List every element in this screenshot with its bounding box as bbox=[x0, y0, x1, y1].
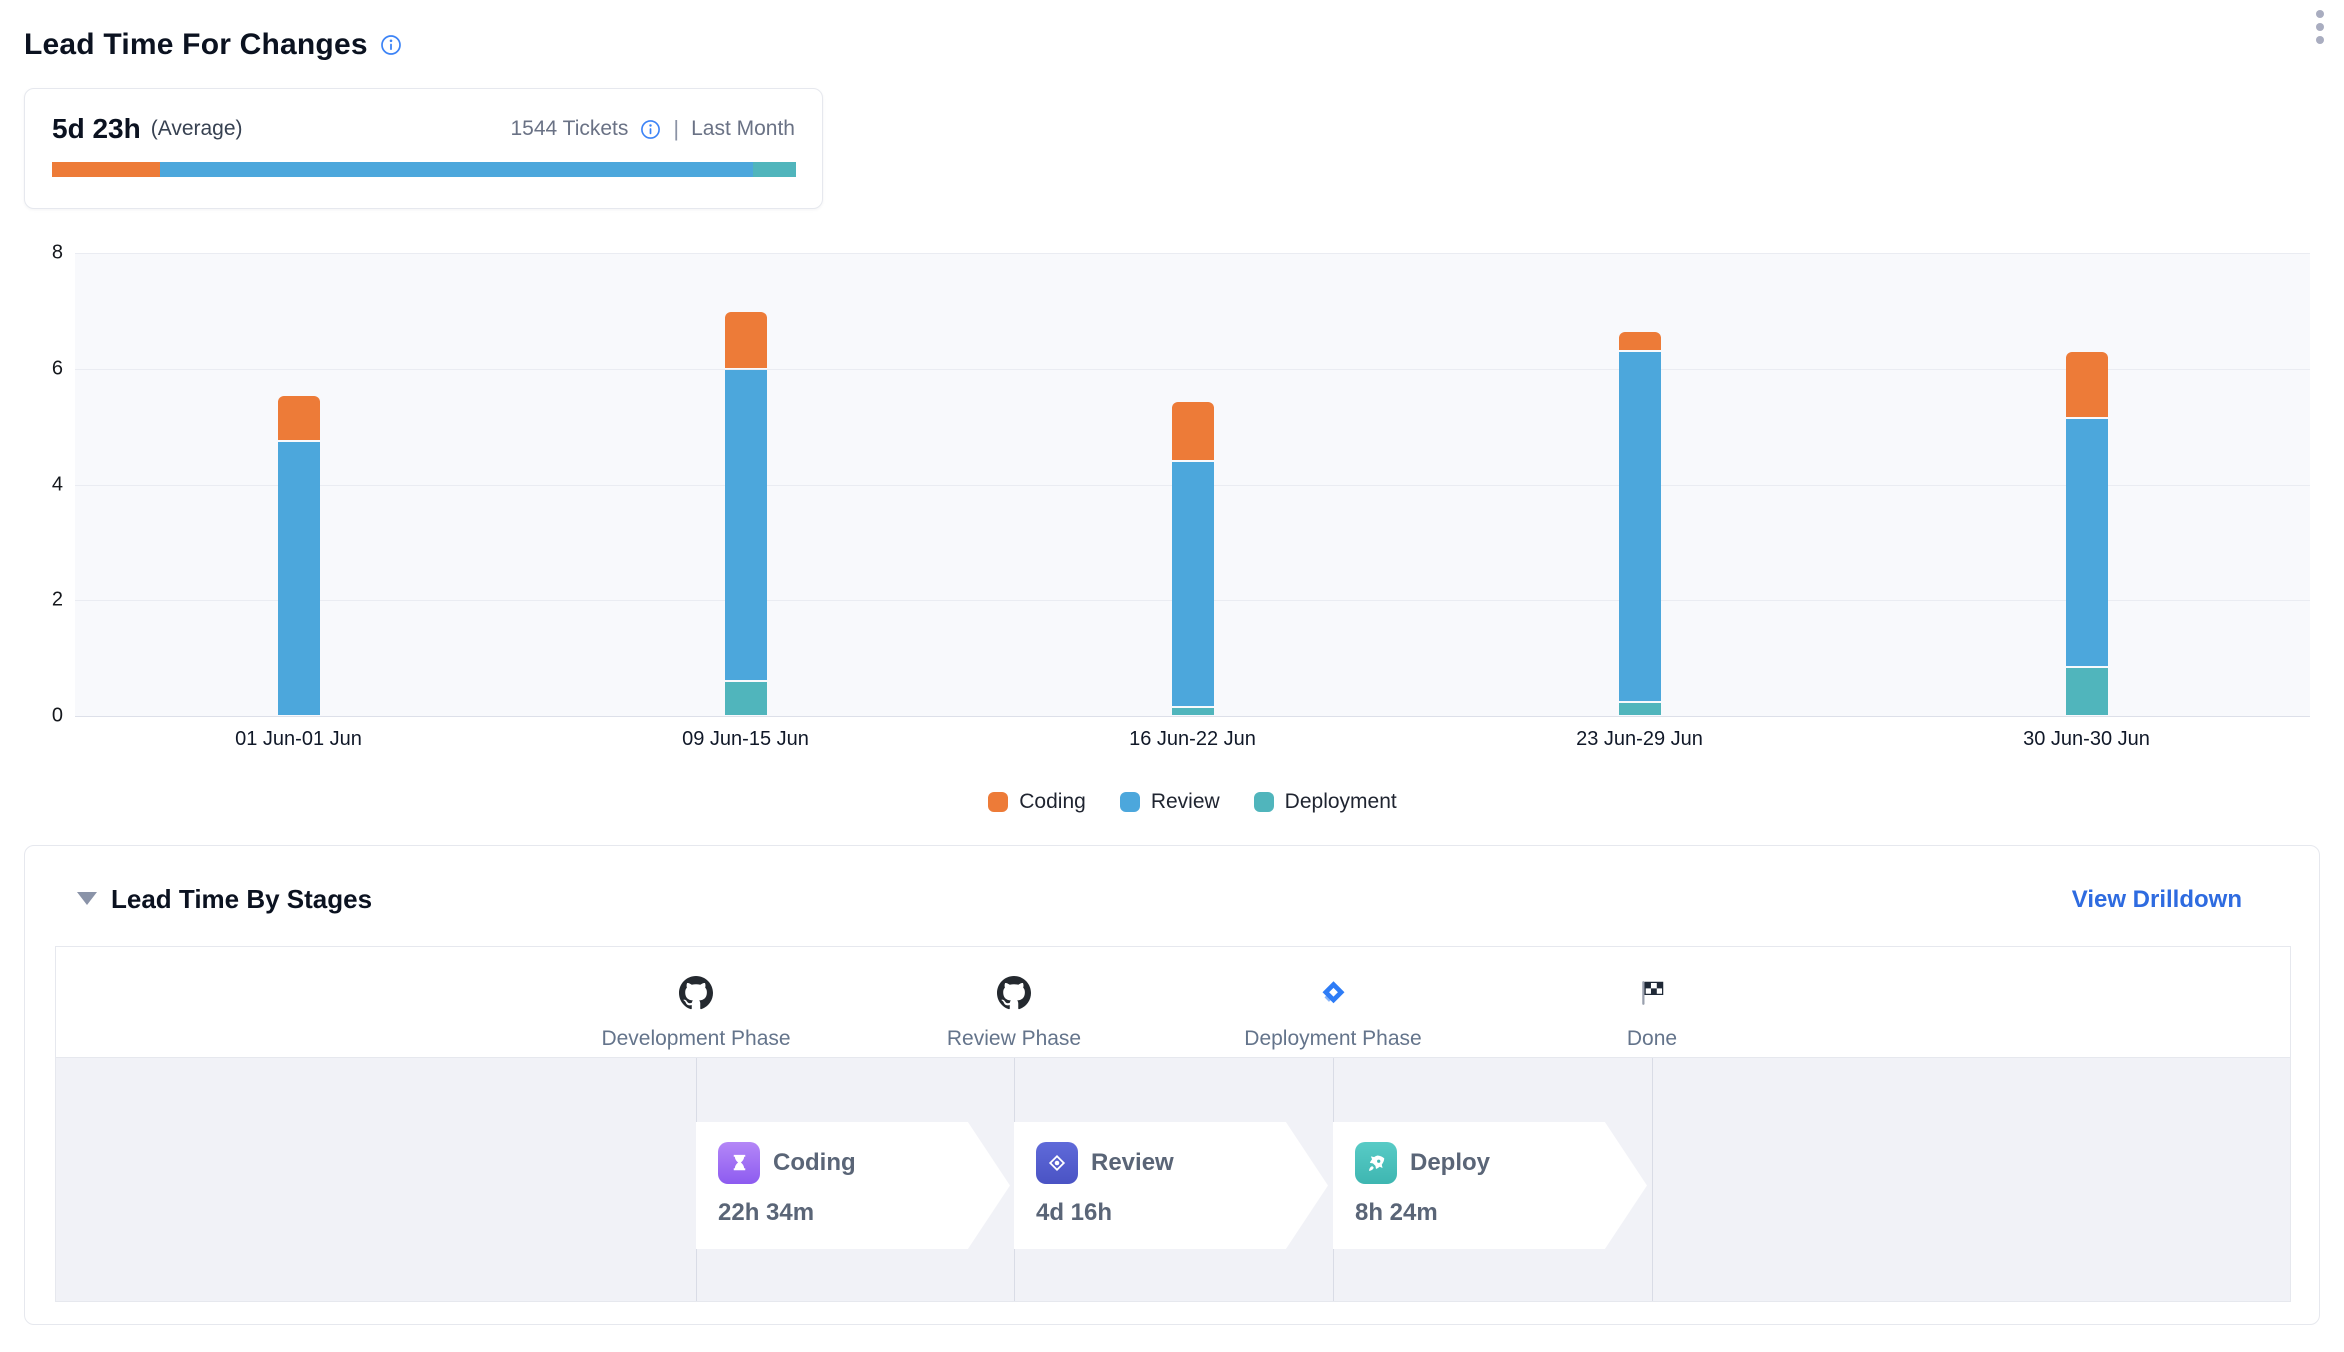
x-axis-label: 09 Jun-15 Jun bbox=[586, 728, 906, 751]
bar-segment-deployment[interactable] bbox=[725, 682, 767, 715]
phase-label: Development Phase bbox=[536, 1027, 856, 1051]
gridline-y8 bbox=[75, 253, 2310, 254]
stacked-bar-23-jun-29-jun[interactable] bbox=[1619, 332, 1661, 715]
stage-card-coding[interactable]: Coding 22h 34m bbox=[696, 1122, 1010, 1249]
stages-title: Lead Time By Stages bbox=[111, 884, 372, 915]
stacked-bar-chart: 02468 bbox=[75, 253, 2310, 716]
commit-icon bbox=[1036, 1142, 1078, 1184]
bar-segment-coding[interactable] bbox=[1172, 402, 1214, 461]
lead-time-dashboard: Lead Time For Changes 5d 23h (Average) 1… bbox=[0, 0, 2344, 1352]
y-tick-label: 4 bbox=[17, 473, 63, 496]
rocket-icon bbox=[1355, 1142, 1397, 1184]
phase-label: Review Phase bbox=[854, 1027, 1174, 1051]
progress-segment-deployment bbox=[753, 162, 796, 177]
legend-item-review[interactable]: Review bbox=[1120, 790, 1220, 814]
phase-done: Done bbox=[1492, 947, 1812, 1051]
legend-label: Coding bbox=[1019, 790, 1086, 814]
header: Lead Time For Changes bbox=[24, 28, 2320, 62]
legend-swatch-icon bbox=[1254, 792, 1274, 812]
bar-segment-coding[interactable] bbox=[278, 396, 320, 440]
phase-deployment-phase: Deployment Phase bbox=[1173, 947, 1493, 1051]
bar-segment-deployment[interactable] bbox=[1172, 708, 1214, 715]
legend-item-coding[interactable]: Coding bbox=[988, 790, 1086, 814]
checkered-flag-icon bbox=[1492, 975, 1812, 1011]
x-axis-label: 23 Jun-29 Jun bbox=[1480, 728, 1800, 751]
phase-label: Done bbox=[1492, 1027, 1812, 1051]
x-axis-label: 16 Jun-22 Jun bbox=[1033, 728, 1353, 751]
phase-review-phase: Review Phase bbox=[854, 947, 1174, 1051]
stage-card-label: Deploy bbox=[1410, 1149, 1490, 1177]
stage-card-label: Coding bbox=[773, 1149, 856, 1177]
gridline-y0 bbox=[75, 716, 2310, 717]
stage-card-duration: 4d 16h bbox=[1036, 1199, 1328, 1227]
stage-card-duration: 22h 34m bbox=[718, 1199, 1010, 1227]
column-divider bbox=[1652, 1058, 1653, 1301]
legend-swatch-icon bbox=[1120, 792, 1140, 812]
chart-legend: Coding Review Deployment bbox=[75, 790, 2310, 814]
phase-development-phase: Development Phase bbox=[536, 947, 856, 1051]
summary-card: 5d 23h (Average) 1544 Tickets | Last Mon… bbox=[24, 88, 823, 209]
lead-time-by-stages-panel: Lead Time By Stages View Drilldown Devel… bbox=[24, 845, 2320, 1325]
bar-segment-review[interactable] bbox=[278, 442, 320, 715]
average-lead-time-value: 5d 23h bbox=[52, 113, 141, 145]
progress-segment-coding bbox=[52, 162, 160, 177]
title-info-icon[interactable] bbox=[380, 34, 402, 56]
y-tick-label: 8 bbox=[17, 242, 63, 265]
stacked-bar-16-jun-22-jun[interactable] bbox=[1172, 402, 1214, 715]
legend-label: Deployment bbox=[1285, 790, 1397, 814]
github-icon bbox=[536, 975, 856, 1011]
jira-icon bbox=[1173, 975, 1493, 1011]
view-drilldown-link[interactable]: View Drilldown bbox=[2072, 886, 2242, 914]
bar-segment-deployment[interactable] bbox=[2066, 668, 2108, 715]
bar-segment-coding[interactable] bbox=[1619, 332, 1661, 350]
hourglass-icon bbox=[718, 1142, 760, 1184]
y-tick-label: 2 bbox=[17, 589, 63, 612]
average-qualifier: (Average) bbox=[151, 117, 243, 141]
tickets-count: 1544 Tickets bbox=[510, 117, 628, 141]
stacked-bar-01-jun-01-jun[interactable] bbox=[278, 396, 320, 715]
separator: | bbox=[673, 116, 679, 142]
stage-card-duration: 8h 24m bbox=[1355, 1199, 1647, 1227]
bar-segment-deployment[interactable] bbox=[1619, 703, 1661, 715]
tickets-info-icon[interactable] bbox=[640, 119, 661, 140]
stage-card-label: Review bbox=[1091, 1149, 1174, 1177]
bar-segment-coding[interactable] bbox=[725, 312, 767, 368]
stages-body: Coding 22h 34m Review 4d 16h Deploy 8h 24m bbox=[56, 1057, 2290, 1301]
gridline-y6 bbox=[75, 369, 2310, 370]
legend-swatch-icon bbox=[988, 792, 1008, 812]
stacked-bar-30-jun-30-jun[interactable] bbox=[2066, 352, 2108, 715]
stages-table: Development PhaseReview PhaseDeployment … bbox=[55, 946, 2291, 1302]
stage-card-review[interactable]: Review 4d 16h bbox=[1014, 1122, 1328, 1249]
github-icon bbox=[854, 975, 1174, 1011]
bar-segment-coding[interactable] bbox=[2066, 352, 2108, 417]
legend-item-deployment[interactable]: Deployment bbox=[1254, 790, 1397, 814]
y-tick-label: 0 bbox=[17, 705, 63, 728]
bar-segment-review[interactable] bbox=[1172, 462, 1214, 706]
x-axis-label: 30 Jun-30 Jun bbox=[1927, 728, 2247, 751]
period-label: Last Month bbox=[691, 117, 795, 141]
bar-segment-review[interactable] bbox=[2066, 419, 2108, 666]
kebab-menu-icon[interactable] bbox=[2308, 2, 2332, 52]
stage-card-deploy[interactable]: Deploy 8h 24m bbox=[1333, 1122, 1647, 1249]
stacked-bar-09-jun-15-jun[interactable] bbox=[725, 312, 767, 715]
bar-segment-review[interactable] bbox=[725, 370, 767, 681]
phase-label: Deployment Phase bbox=[1173, 1027, 1493, 1051]
x-axis-label: 01 Jun-01 Jun bbox=[139, 728, 459, 751]
lead-time-distribution-bar bbox=[52, 162, 796, 177]
page-title: Lead Time For Changes bbox=[24, 28, 368, 62]
bar-segment-review[interactable] bbox=[1619, 352, 1661, 700]
collapse-triangle-icon[interactable] bbox=[77, 892, 97, 905]
progress-segment-review bbox=[160, 162, 753, 177]
y-tick-label: 6 bbox=[17, 357, 63, 380]
stages-panel-header: Lead Time By Stages View Drilldown bbox=[25, 846, 2319, 946]
legend-label: Review bbox=[1151, 790, 1220, 814]
